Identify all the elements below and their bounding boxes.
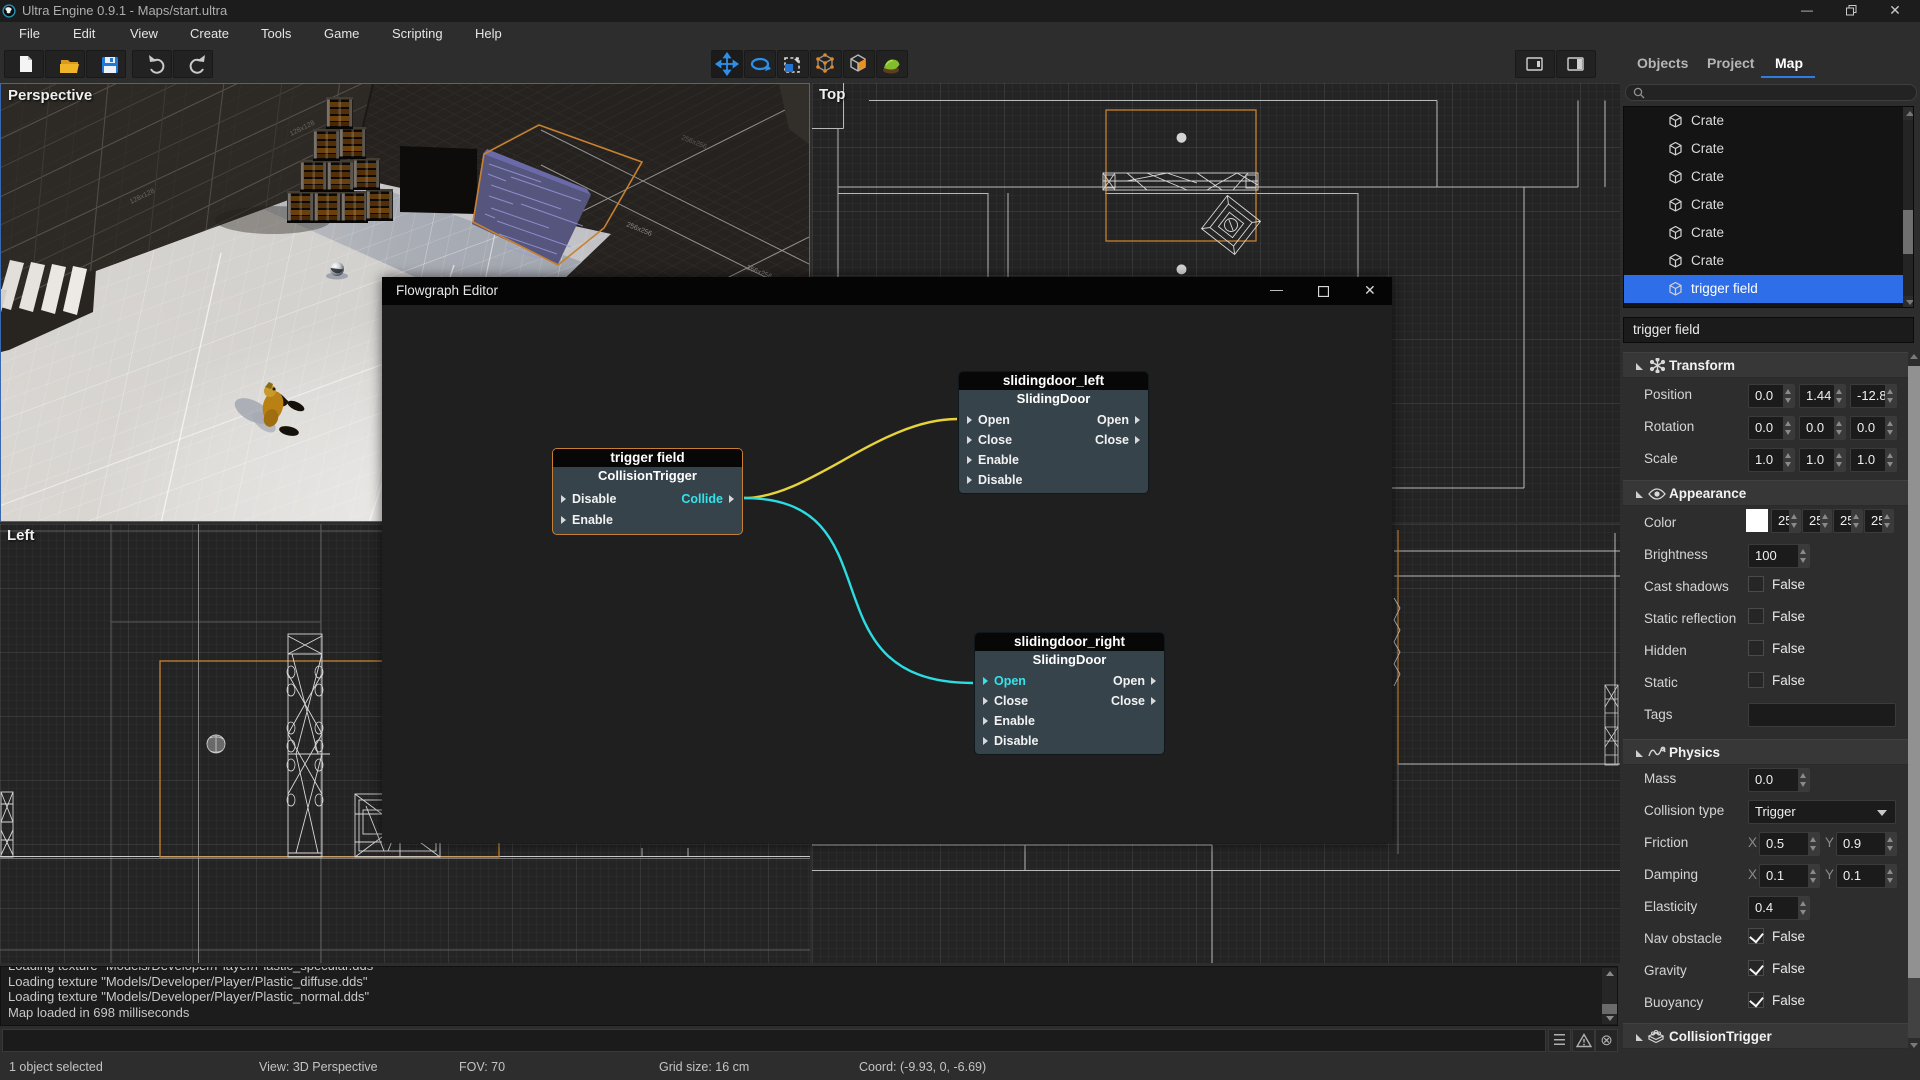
svg-text:Perspective: Perspective: [8, 87, 92, 104]
